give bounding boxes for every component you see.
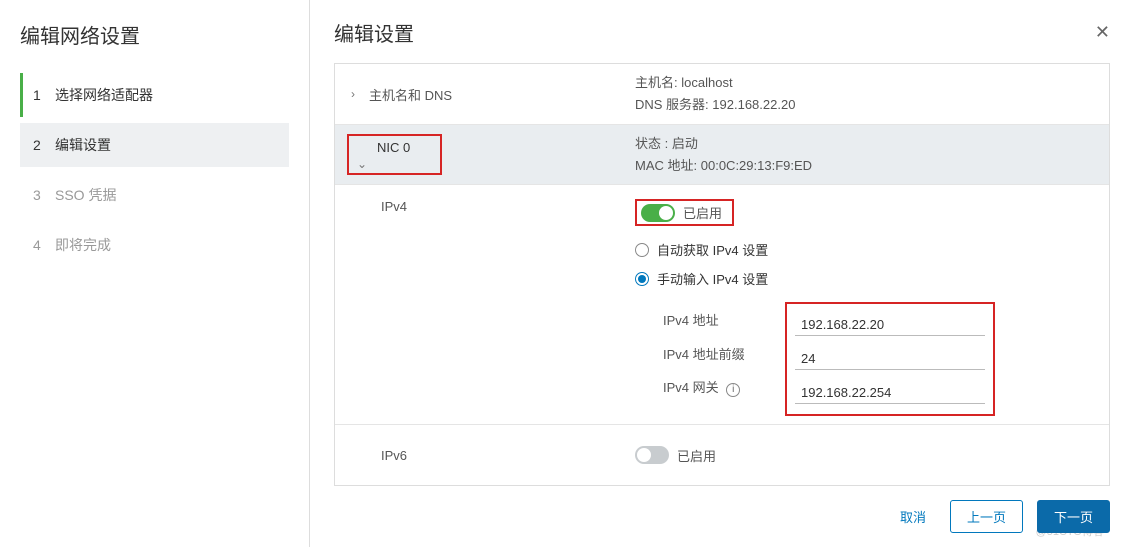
- chevron-down-icon[interactable]: ⌄: [357, 157, 375, 171]
- ipv4-gateway-label: IPv4 网关 i: [635, 377, 785, 397]
- nic-mac-value: 00:0C:29:13:F9:ED: [701, 158, 812, 173]
- step-finish[interactable]: 4 即将完成: [20, 223, 289, 267]
- step-number: 1: [33, 87, 55, 103]
- hostname-dns-row: › 主机名和 DNS 主机名: localhost DNS 服务器: 192.1…: [335, 64, 1109, 125]
- step-label: SSO 凭据: [55, 185, 116, 205]
- hostname-key: 主机名:: [635, 75, 678, 90]
- nic-mac-key: MAC 地址:: [635, 158, 697, 173]
- ipv4-address-input[interactable]: [795, 314, 985, 336]
- wizard-footer: 取消 上一页 下一页: [890, 500, 1110, 533]
- hostname-value: localhost: [681, 75, 732, 90]
- nic-highlight-box: NIC 0 ⌄: [347, 134, 442, 175]
- ipv4-prefix-input[interactable]: [795, 348, 985, 370]
- page-title: 编辑设置: [334, 18, 414, 47]
- ipv4-manual-label: 手动输入 IPv4 设置: [657, 269, 768, 288]
- wizard-title: 编辑网络设置: [20, 20, 289, 49]
- step-number: 4: [33, 237, 55, 253]
- step-number: 3: [33, 187, 55, 203]
- ipv4-row: IPv4 已启用 自动获取 IPv4 设置: [335, 185, 1109, 425]
- nic-state-value: 启动: [672, 136, 698, 151]
- ipv4-auto-radio-row[interactable]: 自动获取 IPv4 设置: [635, 240, 1093, 259]
- ipv4-enabled-toggle[interactable]: [641, 204, 675, 222]
- dns-key: DNS 服务器:: [635, 97, 709, 112]
- ipv4-inputs-highlight: [785, 302, 995, 416]
- step-select-adapter[interactable]: 1 选择网络适配器: [20, 73, 289, 117]
- chevron-right-icon[interactable]: ›: [351, 87, 369, 101]
- section-label: 主机名和 DNS: [369, 85, 452, 104]
- nic-state-key: 状态 :: [635, 136, 668, 151]
- dns-value: 192.168.22.20: [712, 97, 795, 112]
- step-label: 选择网络适配器: [55, 85, 153, 105]
- radio-checked-icon: [635, 272, 649, 286]
- close-icon[interactable]: ✕: [1095, 22, 1110, 43]
- prev-button[interactable]: 上一页: [950, 500, 1023, 533]
- ipv6-row: IPv6 已启用: [335, 425, 1109, 485]
- ipv4-manual-radio-row[interactable]: 手动输入 IPv4 设置: [635, 269, 1093, 288]
- ipv4-field-grid: IPv4 地址 IPv4 地址前缀 IPv4 网关 i: [635, 302, 1093, 416]
- step-label: 即将完成: [55, 235, 111, 255]
- nic-row: NIC 0 ⌄ 状态 : 启动 MAC 地址: 00:0C:29:13:F9:E…: [335, 125, 1109, 185]
- next-button[interactable]: 下一页: [1037, 500, 1110, 533]
- step-number: 2: [33, 137, 55, 153]
- ipv4-prefix-label: IPv4 地址前缀: [635, 344, 785, 363]
- info-icon[interactable]: i: [726, 383, 740, 397]
- settings-panel: › 主机名和 DNS 主机名: localhost DNS 服务器: 192.1…: [334, 63, 1110, 486]
- cancel-button[interactable]: 取消: [890, 501, 936, 532]
- step-sso-credentials[interactable]: 3 SSO 凭据: [20, 173, 289, 217]
- ipv4-enabled-text: 已启用: [683, 203, 722, 222]
- ipv4-address-label: IPv4 地址: [635, 310, 785, 329]
- ipv4-gateway-input[interactable]: [795, 382, 985, 404]
- step-edit-settings[interactable]: 2 编辑设置: [20, 123, 289, 167]
- ipv4-toggle-highlight: 已启用: [635, 199, 734, 226]
- step-label: 编辑设置: [55, 135, 111, 155]
- ipv4-auto-label: 自动获取 IPv4 设置: [657, 240, 768, 259]
- radio-icon: [635, 243, 649, 257]
- nic-name: NIC 0: [359, 140, 410, 155]
- ipv6-enabled-text: 已启用: [677, 446, 716, 465]
- ipv4-label: IPv4: [381, 199, 407, 214]
- ipv6-enabled-toggle[interactable]: [635, 446, 669, 464]
- ipv6-label: IPv6: [381, 448, 407, 463]
